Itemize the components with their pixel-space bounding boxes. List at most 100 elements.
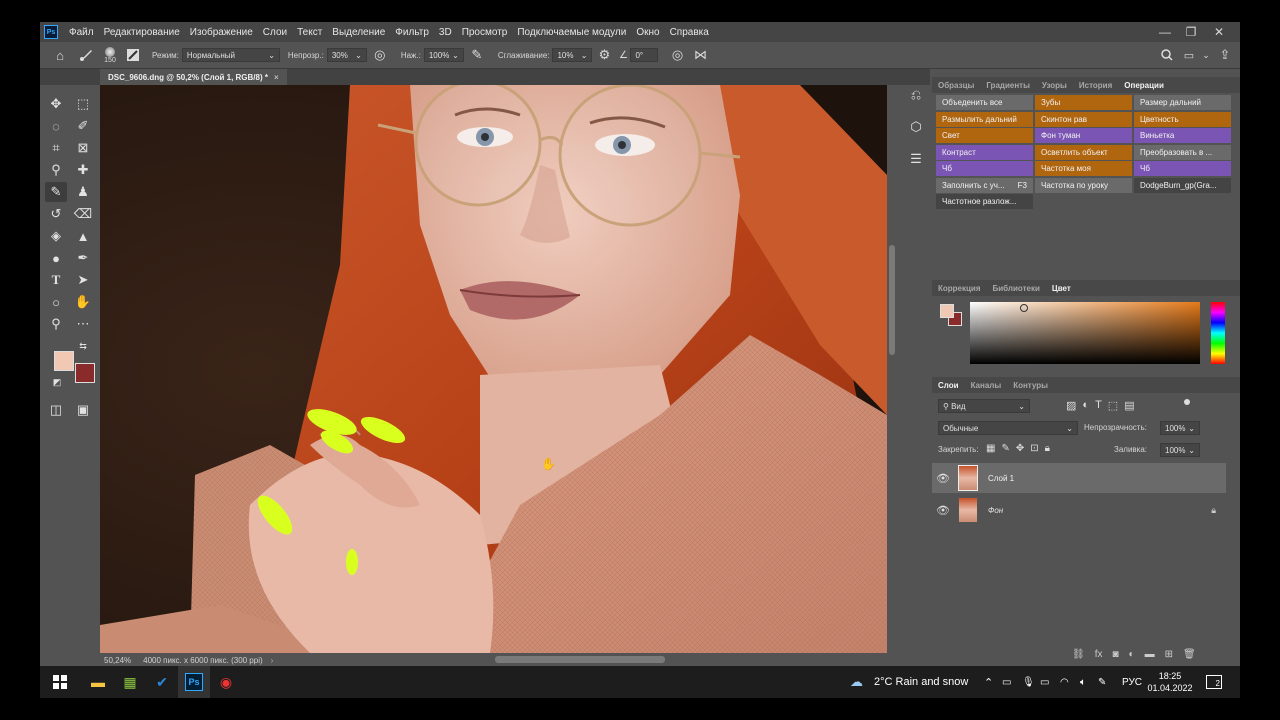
ellipse-tool-icon[interactable]: ○: [45, 292, 67, 312]
quick-select-tool-icon[interactable]: ✐: [72, 116, 94, 136]
language-indicator[interactable]: РУС: [1122, 677, 1142, 688]
pressure-opacity-icon[interactable]: ◎: [367, 47, 393, 63]
menu-filter[interactable]: Фильтр: [390, 27, 434, 38]
store-icon[interactable]: ▦: [114, 666, 146, 698]
action-button[interactable]: Скинтон рав: [1035, 111, 1132, 127]
pressure-field[interactable]: 100% ⌄: [423, 48, 464, 62]
action-button[interactable]: Частотное разлож...: [936, 194, 1033, 209]
lock-pixels-icon[interactable]: ✎: [1001, 443, 1009, 454]
action-button[interactable]: Размер дальний: [1134, 95, 1231, 110]
lasso-tool-icon[interactable]: ◌: [45, 116, 67, 136]
3d-panel-icon[interactable]: ⬡: [905, 117, 927, 137]
action-button[interactable]: Свет: [936, 128, 1033, 143]
menu-select[interactable]: Выделение: [327, 27, 390, 38]
smart-object-filter-icon[interactable]: ▤: [1124, 399, 1134, 412]
mode-select[interactable]: Нормальный ⌄: [181, 48, 280, 62]
tab-swatches[interactable]: Образцы: [932, 81, 980, 90]
hue-slider[interactable]: [1211, 302, 1225, 364]
action-button[interactable]: Контраст: [936, 144, 1033, 160]
action-button[interactable]: Виньетка: [1134, 128, 1231, 143]
fill-field[interactable]: 100% ⌄: [1160, 443, 1200, 457]
menu-plugins[interactable]: Подключаемые модули: [512, 27, 631, 38]
tab-layers[interactable]: Слои: [932, 381, 965, 390]
file-explorer-icon[interactable]: ▬: [82, 666, 114, 698]
symmetry-icon[interactable]: ⋈: [690, 47, 710, 63]
weather-icon[interactable]: ☁: [850, 674, 863, 690]
search-icon[interactable]: [1158, 49, 1176, 61]
screen-mode-icon[interactable]: ▣: [72, 400, 94, 420]
layer-opacity-field[interactable]: 100% ⌄: [1160, 421, 1200, 435]
brush-preset-icon[interactable]: [74, 48, 98, 62]
image-filter-icon[interactable]: ▨: [1066, 399, 1076, 412]
action-button[interactable]: Осветлить объект: [1035, 144, 1132, 160]
healing-brush-tool-icon[interactable]: ✚: [72, 160, 94, 180]
blur-tool-icon[interactable]: ▲: [72, 226, 94, 246]
filter-toggle-icon[interactable]: [1184, 399, 1190, 405]
type-filter-icon[interactable]: T: [1095, 399, 1102, 412]
history-panel-icon[interactable]: ⎌: [905, 85, 927, 105]
crop-tool-icon[interactable]: ⌗: [45, 138, 67, 158]
marquee-tool-icon[interactable]: ⬚: [72, 94, 94, 114]
menu-image[interactable]: Изображение: [185, 27, 258, 38]
minimize-button[interactable]: —: [1152, 22, 1178, 42]
adjustment-layer-icon[interactable]: ◐: [1129, 649, 1135, 660]
layer-name[interactable]: Слой 1: [988, 474, 1014, 483]
close-button[interactable]: ✕: [1206, 22, 1232, 42]
brush-settings-icon[interactable]: [122, 48, 144, 62]
background-color-swatch[interactable]: [75, 363, 95, 383]
vertical-scrollbar[interactable]: [887, 85, 897, 667]
new-group-icon[interactable]: ▬: [1145, 649, 1155, 660]
brush-size-picker[interactable]: 150: [98, 46, 122, 64]
action-button[interactable]: Фон туман: [1035, 128, 1132, 143]
menu-layers[interactable]: Слои: [258, 27, 292, 38]
tab-adjustments[interactable]: Коррекция: [932, 284, 987, 293]
quick-mask-icon[interactable]: ◫: [45, 400, 67, 420]
tab-actions[interactable]: Операции: [1118, 81, 1170, 90]
frame-tool-icon[interactable]: ⊠: [72, 138, 94, 158]
dodge-tool-icon[interactable]: ●: [45, 248, 67, 268]
document-canvas[interactable]: ✋: [100, 85, 887, 653]
zoom-tool-icon[interactable]: ⚲: [45, 314, 67, 334]
share-icon[interactable]: ⇪: [1216, 47, 1234, 63]
tab-gradients[interactable]: Градиенты: [980, 81, 1036, 90]
layer-row[interactable]: 👁︎ Слой 1: [932, 463, 1226, 493]
layer-filter-select[interactable]: ⚲ Вид ⌄: [938, 399, 1030, 413]
vertical-scroll-thumb[interactable]: [889, 245, 895, 355]
action-button[interactable]: Размылить дальний: [936, 111, 1033, 127]
shape-filter-icon[interactable]: ⬚: [1108, 399, 1118, 412]
tab-channels[interactable]: Каналы: [965, 381, 1008, 390]
paint-bucket-tool-icon[interactable]: ◈: [45, 226, 67, 246]
default-colors-icon[interactable]: ◩: [50, 376, 64, 388]
zoom-level[interactable]: 50,24%: [104, 656, 131, 665]
visibility-eye-icon[interactable]: 👁︎: [932, 472, 954, 485]
foreground-color-swatch[interactable]: [54, 351, 74, 371]
restore-button[interactable]: ❐: [1178, 22, 1204, 42]
tab-patterns[interactable]: Узоры: [1036, 81, 1073, 90]
menu-window[interactable]: Окно: [631, 27, 664, 38]
color-field[interactable]: [970, 302, 1200, 364]
move-tool-icon[interactable]: ✥: [45, 94, 67, 114]
layer-name[interactable]: Фон: [988, 506, 1003, 515]
microphone-icon[interactable]: 🎙︎: [1022, 677, 1035, 688]
menu-view[interactable]: Просмотр: [457, 27, 513, 38]
pen-icon[interactable]: ✎: [1098, 677, 1106, 688]
tab-paths[interactable]: Контуры: [1007, 381, 1054, 390]
history-brush-tool-icon[interactable]: ↺: [45, 204, 67, 224]
new-layer-icon[interactable]: ⊞: [1165, 649, 1173, 660]
opacity-field[interactable]: 30% ⌄: [326, 48, 367, 62]
workspace-icon[interactable]: ▭: [1180, 49, 1198, 62]
blend-mode-select[interactable]: Обычные ⌄: [938, 421, 1078, 435]
wifi-icon[interactable]: ◠: [1060, 677, 1069, 688]
action-button[interactable]: Преобразовать в ...: [1134, 144, 1231, 160]
type-tool-icon[interactable]: T: [45, 270, 67, 290]
action-button[interactable]: Частотка по уроку: [1035, 177, 1132, 193]
tab-history[interactable]: История: [1073, 81, 1118, 90]
airbrush-icon[interactable]: ✎: [464, 47, 490, 63]
action-button[interactable]: Заполнить с уч... F3: [936, 177, 1033, 193]
chevron-up-icon[interactable]: ⌃: [984, 676, 993, 689]
recorder-icon[interactable]: ◉: [210, 666, 242, 698]
layer-row[interactable]: 👁︎ Фон 🔒︎: [932, 495, 1226, 525]
eyedropper-tool-icon[interactable]: ⚲: [45, 160, 67, 180]
battery-icon[interactable]: ▭: [1040, 677, 1049, 688]
clock[interactable]: 18:25 01.04.2022: [1144, 670, 1196, 694]
